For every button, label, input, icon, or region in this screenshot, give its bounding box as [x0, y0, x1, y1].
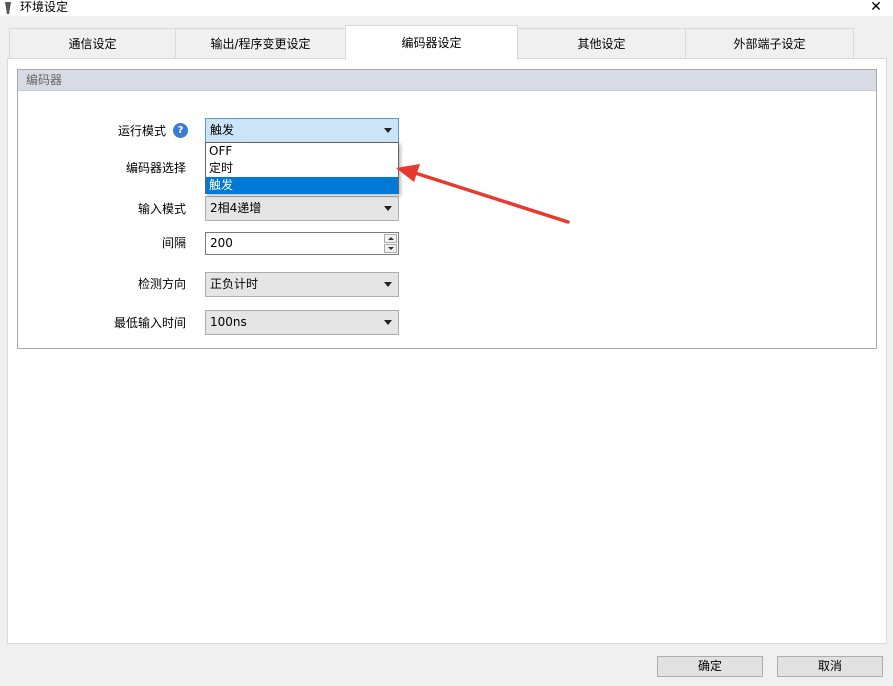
- ok-button[interactable]: 确定: [657, 656, 763, 677]
- group-header: 编码器: [18, 70, 876, 91]
- dropdown-option-timer[interactable]: 定时: [206, 160, 398, 177]
- spin-buttons: [384, 234, 397, 253]
- spin-up-icon[interactable]: [384, 234, 397, 243]
- tab-encoder[interactable]: 编码器设定: [345, 25, 518, 60]
- input-mode-label: 输入模式: [137, 202, 186, 216]
- chevron-down-icon: [384, 128, 392, 133]
- interval-value: 200: [210, 236, 233, 250]
- encoder-select-label: 编码器选择: [125, 161, 186, 175]
- run-mode-label: 运行模式: [117, 124, 166, 138]
- question-circle-icon[interactable]: ?: [173, 123, 188, 138]
- min-input-time-select[interactable]: 100ns: [205, 310, 399, 335]
- group-title: 编码器: [26, 73, 63, 87]
- spin-down-icon[interactable]: [384, 244, 397, 253]
- annotation-arrow-icon: [396, 164, 570, 224]
- close-button[interactable]: ✕: [859, 0, 893, 16]
- direction-select[interactable]: 正负计时: [205, 272, 399, 297]
- min-input-time-value: 100ns: [210, 315, 247, 329]
- tab-strip: 通信设定 输出/程序变更设定 编码器设定 其他设定 外部端子设定: [0, 16, 893, 60]
- chevron-down-icon: [384, 320, 392, 325]
- dropdown-option-off[interactable]: OFF: [206, 143, 398, 160]
- tab-communication[interactable]: 通信设定: [9, 28, 176, 59]
- window-title: 环境设定: [20, 0, 69, 14]
- interval-spinbox[interactable]: 200: [205, 232, 399, 255]
- title-bar: 环境设定 ✕: [0, 0, 893, 16]
- min-input-time-label: 最低输入时间: [113, 316, 186, 330]
- tab-external-terminal[interactable]: 外部端子设定: [685, 28, 854, 59]
- chevron-down-icon: [384, 282, 392, 287]
- tab-other[interactable]: 其他设定: [517, 28, 686, 59]
- dropdown-option-trigger[interactable]: 触发: [206, 177, 398, 194]
- tab-panel: 编码器: [7, 58, 887, 644]
- close-icon: ✕: [870, 0, 882, 15]
- direction-value: 正负计时: [210, 277, 259, 291]
- interval-label: 间隔: [161, 236, 186, 250]
- run-mode-value: 触发: [210, 123, 235, 137]
- run-mode-dropdown: OFF 定时 触发: [205, 142, 399, 194]
- cancel-button[interactable]: 取消: [777, 656, 883, 677]
- input-mode-value: 2相4递增: [210, 201, 262, 215]
- app-icon: [5, 2, 11, 14]
- run-mode-select[interactable]: 触发: [205, 118, 399, 143]
- direction-label: 检测方向: [137, 277, 186, 291]
- tab-output-program[interactable]: 输出/程序变更设定: [175, 28, 346, 59]
- input-mode-select[interactable]: 2相4递增: [205, 196, 399, 221]
